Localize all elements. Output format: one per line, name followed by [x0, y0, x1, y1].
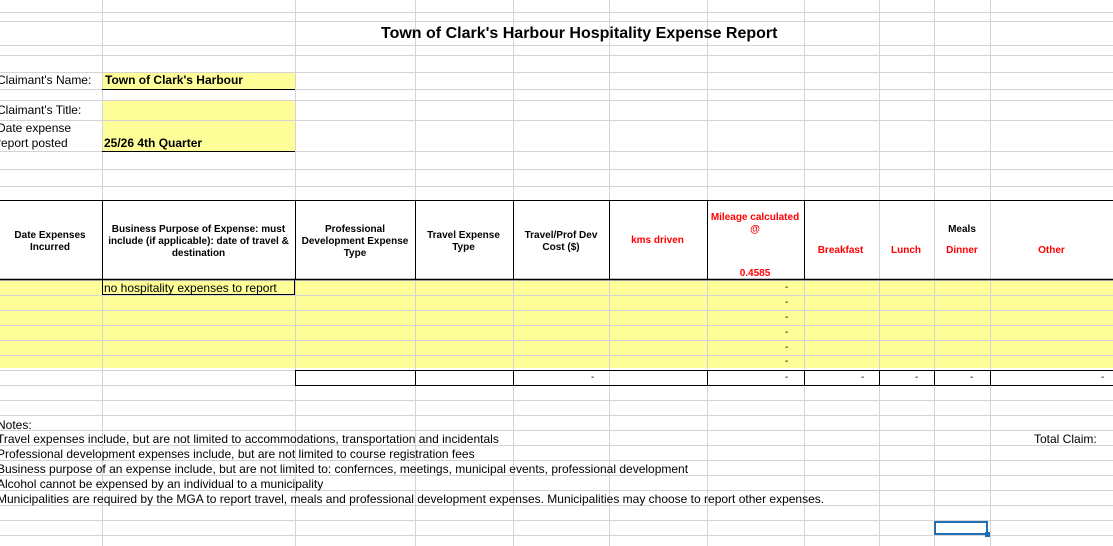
mileage-dash: - [785, 282, 789, 293]
page-title: Town of Clark's Harbour Hospitality Expe… [381, 25, 778, 42]
mileage-rate: 0.4585 [739, 268, 771, 279]
selected-cell[interactable] [934, 521, 988, 535]
header-mileage: Mileage calculated @ [710, 212, 800, 235]
header-breakfast: Breakfast [817, 245, 864, 256]
header-prof-dev-type: Professional Development Expense Type [301, 224, 409, 259]
header-travel-cost: Travel/Prof Dev Cost ($) [524, 230, 598, 253]
total-travel-cost: - [591, 372, 595, 383]
header-business-purpose: Business Purpose of Expense: must includ… [108, 224, 289, 259]
total-mileage: - [785, 372, 789, 383]
header-lunch: Lunch [891, 245, 921, 256]
mileage-dash: - [785, 342, 789, 353]
header-dinner: Dinner [946, 245, 978, 256]
date-posted-label-line1: Date expense [0, 121, 72, 135]
total-claim-label: Total Claim: [1034, 432, 1097, 446]
header-other: Other [1038, 245, 1065, 256]
claimant-name-label: Claimant's Name: [0, 73, 92, 87]
note-line: Municipalities are required by the MGA t… [0, 492, 825, 506]
claimant-title-label: Claimant's Title: [0, 103, 82, 117]
note-line: Professional development expenses includ… [0, 447, 475, 461]
total-breakfast: - [861, 372, 865, 383]
mileage-dash: - [785, 327, 789, 338]
date-posted-label-line2: report posted [0, 136, 68, 150]
total-other: - [1101, 372, 1105, 383]
total-lunch: - [915, 372, 919, 383]
claimant-name-value[interactable]: Town of Clark's Harbour [105, 73, 243, 87]
fill-handle[interactable] [985, 532, 990, 537]
header-travel-expense-type: Travel Expense Type [427, 230, 500, 253]
date-posted-value[interactable]: 25/26 4th Quarter [104, 136, 202, 150]
header-date-incurred: Date Expenses Incurred [14, 230, 86, 253]
header-meals: Meals [948, 224, 976, 235]
header-kms-driven: kms driven [631, 235, 684, 246]
notes-heading: Notes: [0, 418, 32, 432]
mileage-dash: - [785, 356, 789, 367]
claimant-title-cell[interactable] [102, 100, 295, 120]
note-line: Travel expenses include, but are not lim… [0, 432, 499, 446]
total-dinner: - [970, 372, 974, 383]
note-line: Alcohol cannot be expensed by an individ… [0, 477, 324, 491]
mileage-dash: - [785, 312, 789, 323]
note-line: Business purpose of an expense include, … [0, 462, 689, 476]
first-row-purpose[interactable]: no hospitality expenses to report [104, 281, 277, 295]
mileage-dash: - [785, 297, 789, 308]
